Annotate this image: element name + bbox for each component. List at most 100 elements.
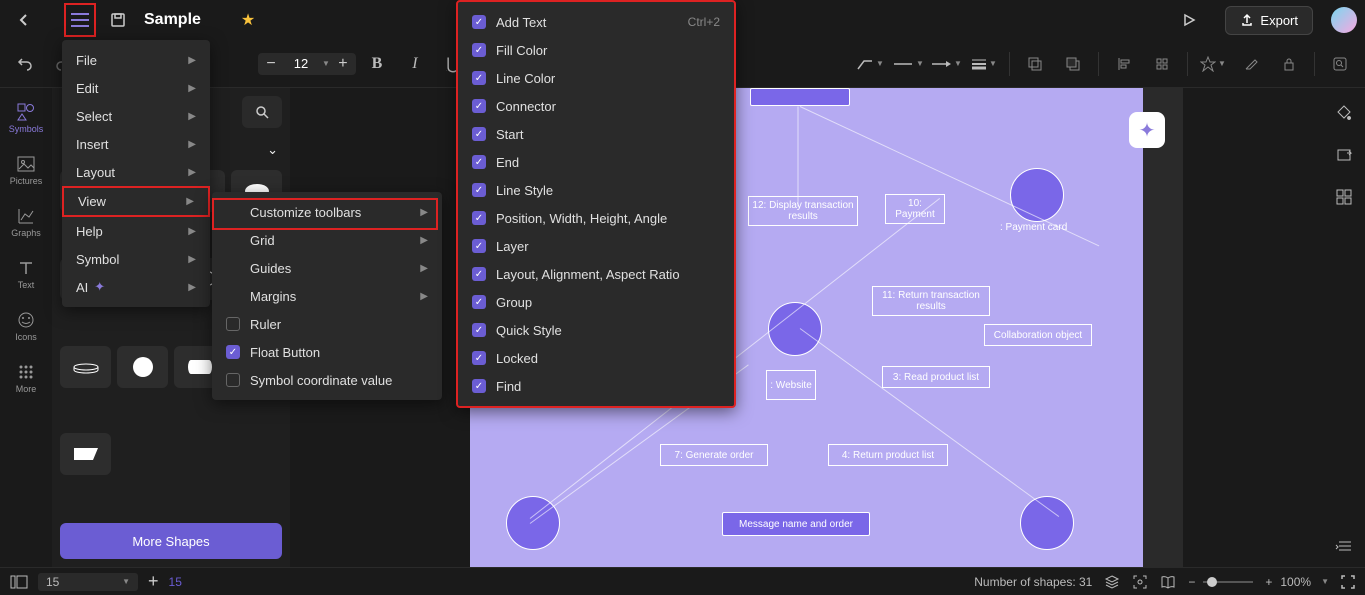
menu-item-symbol[interactable]: Symbol▶ [62, 245, 210, 273]
chevron-down-icon[interactable]: ▼ [322, 59, 330, 68]
left-zoom-select[interactable]: 15▼ [38, 573, 138, 591]
zoom-in-button[interactable]: + [1265, 575, 1272, 589]
status-bar: 15▼ + 15 Number of shapes: 31 − + 100% ▼ [0, 567, 1365, 595]
menu-item-view[interactable]: View▶ [62, 186, 210, 217]
add-page-button[interactable]: + [148, 571, 159, 592]
italic-button[interactable]: I [398, 47, 432, 81]
grid-icon[interactable] [1331, 184, 1357, 210]
toolbar-toggle-quick-style[interactable]: ✓Quick Style [458, 316, 734, 344]
node-read-product[interactable]: 3: Read product list [882, 366, 990, 388]
menu-item-ai[interactable]: AI✦▶ [62, 273, 210, 301]
bold-button[interactable]: B [360, 47, 394, 81]
find-button[interactable] [1323, 47, 1357, 81]
menu-item-layout[interactable]: Layout▶ [62, 158, 210, 186]
list-panel-icon[interactable] [1331, 533, 1357, 559]
node-generate-order[interactable]: 7: Generate order [660, 444, 768, 466]
fullscreen-icon[interactable] [1341, 575, 1355, 589]
book-icon[interactable] [1160, 575, 1176, 589]
node-payment-card-circle[interactable] [1010, 168, 1064, 222]
node-display-transaction[interactable]: 12: Display transaction results [748, 196, 858, 226]
line-style-button[interactable]: ▼ [967, 47, 1001, 81]
shape-plate[interactable] [60, 346, 111, 388]
shape-trap2[interactable] [60, 433, 111, 475]
align-group-button[interactable] [1145, 47, 1179, 81]
node-bl-circle[interactable] [506, 496, 560, 550]
document-title: Sample [144, 11, 201, 29]
toolbar-toggle-line-style[interactable]: ✓Line Style [458, 176, 734, 204]
back-button[interactable] [8, 4, 40, 36]
connector-button[interactable]: ▼ [853, 47, 887, 81]
edit-button[interactable] [1234, 47, 1268, 81]
menu-item-file[interactable]: File▶ [62, 46, 210, 74]
toolbar-toggle-add-text[interactable]: ✓Add TextCtrl+2 [458, 8, 734, 36]
layers-icon[interactable] [1104, 574, 1120, 590]
star-icon[interactable]: ★ [241, 10, 255, 30]
focus-icon[interactable] [1132, 574, 1148, 590]
text-tab[interactable]: Text [2, 252, 50, 296]
back-layer-button[interactable] [1018, 47, 1052, 81]
pictures-tab[interactable]: Pictures [2, 148, 50, 192]
menu-item-edit[interactable]: Edit▶ [62, 74, 210, 102]
font-size-control: − 12 ▼ + [258, 53, 356, 75]
symbols-tab[interactable]: Symbols [2, 96, 50, 140]
save-icon[interactable] [102, 4, 134, 36]
menu-item-select[interactable]: Select▶ [62, 102, 210, 130]
front-layer-button[interactable] [1056, 47, 1090, 81]
lock-button[interactable] [1272, 47, 1306, 81]
font-size-value[interactable]: 12 [284, 56, 318, 71]
fill-icon[interactable] [1331, 100, 1357, 126]
ai-sparkle-button[interactable]: ✦ [1129, 112, 1165, 148]
toolbar-toggle-locked[interactable]: ✓Locked [458, 344, 734, 372]
toolbar-toggle-end[interactable]: ✓End [458, 148, 734, 176]
node-top[interactable] [750, 88, 850, 106]
node-message-name[interactable]: Message name and order [722, 512, 870, 536]
node-return-transaction[interactable]: 11: Return transaction results [872, 286, 990, 316]
view-item-margins[interactable]: Margins▶ [212, 282, 442, 310]
menu-item-help[interactable]: Help▶ [62, 217, 210, 245]
toolbar-toggle-layout-alignment-aspect-ratio[interactable]: ✓Layout, Alignment, Aspect Ratio [458, 260, 734, 288]
line-start-button[interactable]: ▼ [891, 47, 925, 81]
view-item-grid[interactable]: Grid▶ [212, 226, 442, 254]
quick-style-button[interactable]: ▼ [1196, 47, 1230, 81]
view-item-ruler[interactable]: Ruler [212, 310, 442, 338]
toolbar-toggle-position-width-height-angle[interactable]: ✓Position, Width, Height, Angle [458, 204, 734, 232]
view-item-customize-toolbars[interactable]: Customize toolbars▶ [212, 198, 442, 226]
zoom-out-button[interactable]: − [1188, 575, 1195, 589]
main-menu: File▶Edit▶Select▶Insert▶Layout▶View▶Help… [62, 40, 210, 307]
node-br-circle[interactable] [1020, 496, 1074, 550]
view-item-float-button[interactable]: ✓Float Button [212, 338, 442, 366]
shape-circle2[interactable] [117, 346, 168, 388]
node-payment[interactable]: 10: Payment [885, 194, 945, 224]
export-button[interactable]: Export [1225, 6, 1313, 35]
undo-button[interactable] [8, 47, 42, 81]
play-button[interactable] [1173, 4, 1205, 36]
view-item-guides[interactable]: Guides▶ [212, 254, 442, 282]
toolbar-toggle-fill-color[interactable]: ✓Fill Color [458, 36, 734, 64]
menu-item-insert[interactable]: Insert▶ [62, 130, 210, 158]
toolbar-toggle-find[interactable]: ✓Find [458, 372, 734, 400]
icons-tab[interactable]: Icons [2, 304, 50, 348]
node-collaboration[interactable]: Collaboration object [984, 324, 1092, 346]
node-return-product[interactable]: 4: Return product list [828, 444, 948, 466]
toolbar-toggle-group[interactable]: ✓Group [458, 288, 734, 316]
more-tab[interactable]: More [2, 356, 50, 400]
toolbar-toggle-line-color[interactable]: ✓Line Color [458, 64, 734, 92]
line-end-button[interactable]: ▼ [929, 47, 963, 81]
align-left-button[interactable] [1107, 47, 1141, 81]
toolbar-toggle-connector[interactable]: ✓Connector [458, 92, 734, 120]
toolbar-toggle-start[interactable]: ✓Start [458, 120, 734, 148]
more-shapes-button[interactable]: More Shapes [60, 523, 282, 559]
toolbar-toggle-layer[interactable]: ✓Layer [458, 232, 734, 260]
search-button[interactable] [242, 96, 282, 128]
font-size-increase[interactable]: + [332, 55, 354, 73]
main-menu-button[interactable] [71, 13, 89, 27]
canvas-area[interactable]: 12: Display transaction results 10: Paym… [290, 88, 1323, 567]
graphs-tab[interactable]: Graphs [2, 200, 50, 244]
font-size-decrease[interactable]: − [260, 55, 282, 73]
user-avatar[interactable] [1331, 7, 1357, 33]
node-website[interactable]: : Website [766, 370, 816, 400]
layout-icon[interactable] [10, 575, 28, 589]
zoom-slider[interactable] [1203, 581, 1253, 583]
export-right-icon[interactable] [1331, 142, 1357, 168]
view-item-symbol-coordinate-value[interactable]: Symbol coordinate value [212, 366, 442, 394]
